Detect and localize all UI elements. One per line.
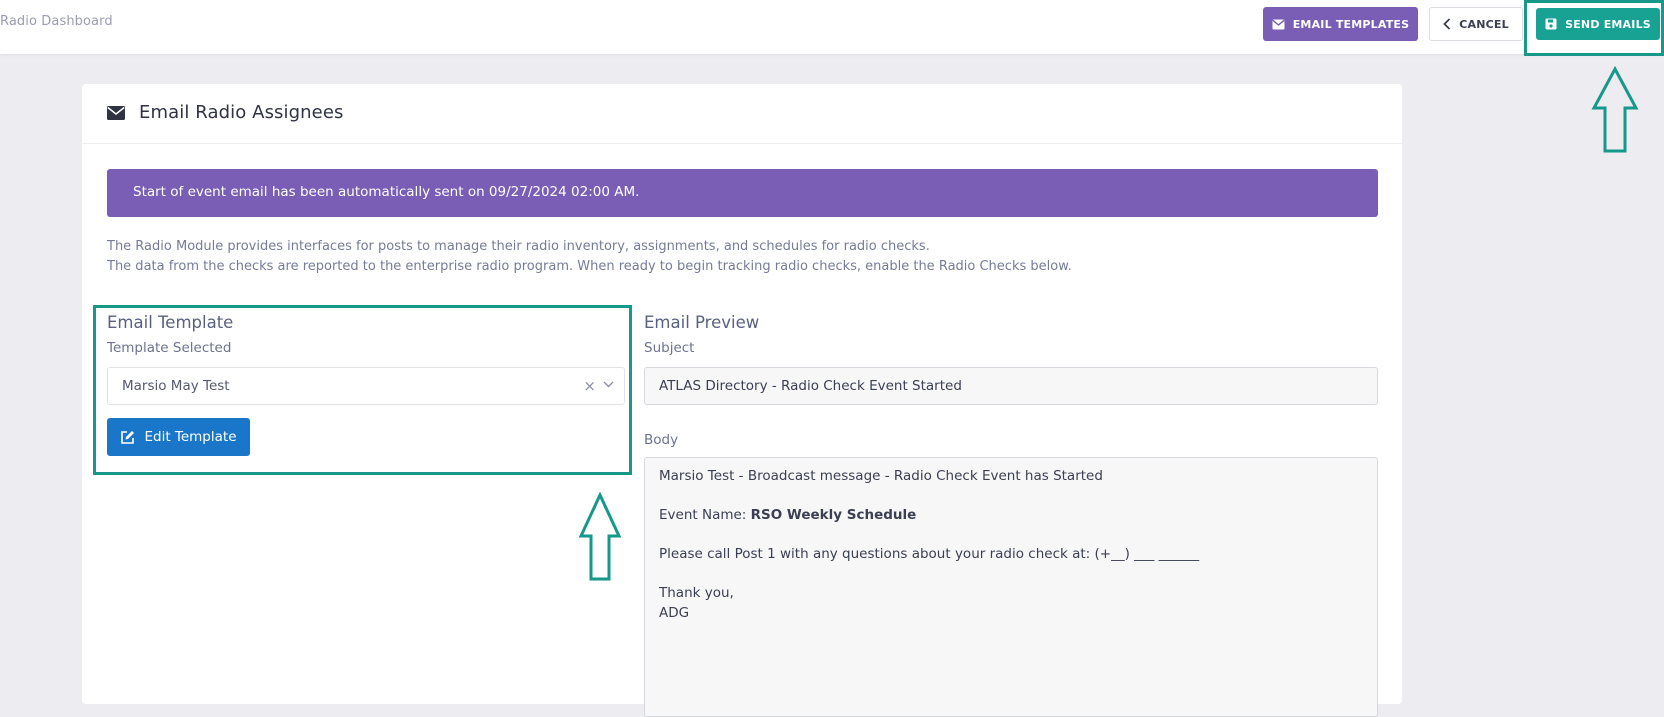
body-line: Please call Post 1 with any questions ab…	[659, 546, 1200, 562]
body-event-line: Event Name: RSO Weekly Schedule	[659, 507, 916, 523]
envelope-icon	[1272, 19, 1285, 29]
body-line: Thank you,	[659, 585, 734, 601]
email-preview-heading: Email Preview	[644, 313, 760, 332]
body-line: ADG	[659, 605, 690, 621]
description-line: The data from the checks are reported to…	[107, 259, 1072, 274]
chevron-left-icon	[1443, 18, 1451, 30]
description-line: The Radio Module provides interfaces for…	[107, 239, 930, 254]
breadcrumb[interactable]: Radio Dashboard	[0, 14, 113, 29]
cancel-label: CANCEL	[1459, 17, 1509, 31]
top-bar: Radio Dashboard EMAIL TEMPLATES CANCEL S…	[0, 0, 1664, 54]
subject-field[interactable]: ATLAS Directory - Radio Check Event Star…	[644, 367, 1378, 405]
send-emails-highlight-box	[1524, 0, 1664, 56]
card-header: Email Radio Assignees	[82, 84, 1402, 144]
email-templates-label: EMAIL TEMPLATES	[1292, 17, 1410, 31]
module-description: The Radio Module provides interfaces for…	[107, 237, 1387, 277]
body-line: Marsio Test - Broadcast message - Radio …	[659, 468, 1103, 484]
event-name: RSO Weekly Schedule	[750, 507, 917, 523]
subject-label: Subject	[644, 340, 695, 356]
card-title: Email Radio Assignees	[139, 102, 344, 123]
email-templates-button[interactable]: EMAIL TEMPLATES	[1263, 7, 1418, 41]
email-template-highlight-box	[93, 305, 632, 475]
up-arrow-icon	[578, 492, 622, 581]
auto-sent-alert: Start of event email has been automatica…	[107, 169, 1378, 217]
body-label: Body	[644, 432, 679, 448]
event-name-prefix: Event Name:	[659, 507, 751, 523]
cancel-button[interactable]: CANCEL	[1429, 7, 1523, 41]
up-arrow-icon	[1591, 66, 1639, 153]
envelope-icon	[107, 106, 125, 120]
body-field[interactable]: Marsio Test - Broadcast message - Radio …	[644, 457, 1378, 717]
